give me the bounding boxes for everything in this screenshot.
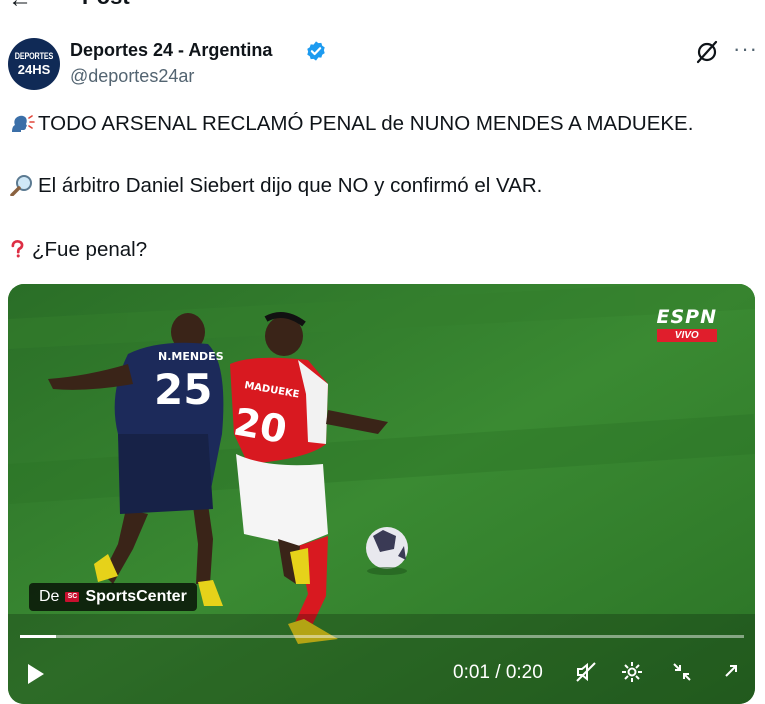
video-frame: N.MENDES 25 MADUEKE 20 xyxy=(8,284,755,704)
player-left-number: 25 xyxy=(154,365,212,414)
mute-icon[interactable] xyxy=(574,660,598,684)
author-handle[interactable]: @deportes24ar xyxy=(70,66,194,87)
fullscreen-icon[interactable] xyxy=(718,660,742,684)
video-player[interactable]: N.MENDES 25 MADUEKE 20 ESPN VIVO De SC S… xyxy=(8,284,755,704)
avatar-text-bottom: 24HS xyxy=(17,62,51,77)
video-progress-bar[interactable] xyxy=(20,635,744,638)
tweet-text-line-3: ¿Fue penal? xyxy=(9,238,147,262)
page-title: Post xyxy=(82,0,130,10)
author-display-name[interactable]: Deportes 24 - Argentina xyxy=(70,40,272,61)
arrow-left-icon[interactable]: ← xyxy=(8,0,32,14)
avatar-text-top: DEPORTES xyxy=(14,51,54,61)
grok-icon[interactable] xyxy=(694,39,720,65)
live-badge: VIVO xyxy=(656,329,717,342)
source-name: SportsCenter xyxy=(85,588,187,605)
video-controls: 0:01 / 0:20 xyxy=(8,652,755,692)
settings-gear-icon[interactable] xyxy=(620,660,644,684)
player-left-name: N.MENDES xyxy=(158,350,224,363)
magnifying-glass-emoji-icon xyxy=(10,175,32,196)
video-time: 0:01 / 0:20 xyxy=(453,662,543,683)
tweet-text-line-1: TODO ARSENAL RECLAMÓ PENAL de NUNO MENDE… xyxy=(9,112,693,136)
tweet-text-line-2: El árbitro Daniel Siebert dijo que NO y … xyxy=(9,174,542,198)
post-header: ← Post xyxy=(0,0,765,14)
more-options-icon[interactable]: ··· xyxy=(733,36,758,62)
speaking-head-emoji-icon xyxy=(12,115,35,132)
tweet-text-3: ¿Fue penal? xyxy=(32,238,148,261)
red-question-mark-emoji-icon xyxy=(11,239,24,258)
sportscenter-logo-icon: SC xyxy=(65,592,80,602)
player-right-number: 20 xyxy=(230,400,290,453)
video-progress-fill xyxy=(20,635,57,638)
minimize-video-icon[interactable] xyxy=(670,660,694,684)
avatar[interactable]: DEPORTES 24HS xyxy=(8,38,60,90)
source-prefix: De xyxy=(39,588,60,605)
play-icon[interactable] xyxy=(28,664,44,684)
broadcaster-name: ESPN xyxy=(656,306,717,328)
video-source-attribution[interactable]: De SC SportsCenter xyxy=(29,583,197,611)
verified-badge-icon xyxy=(307,41,325,61)
tweet-text-1: TODO ARSENAL RECLAMÓ PENAL de NUNO MENDE… xyxy=(38,112,694,135)
tweet-text-2: El árbitro Daniel Siebert dijo que NO y … xyxy=(38,174,543,197)
broadcaster-logo: ESPN VIVO xyxy=(656,306,717,342)
